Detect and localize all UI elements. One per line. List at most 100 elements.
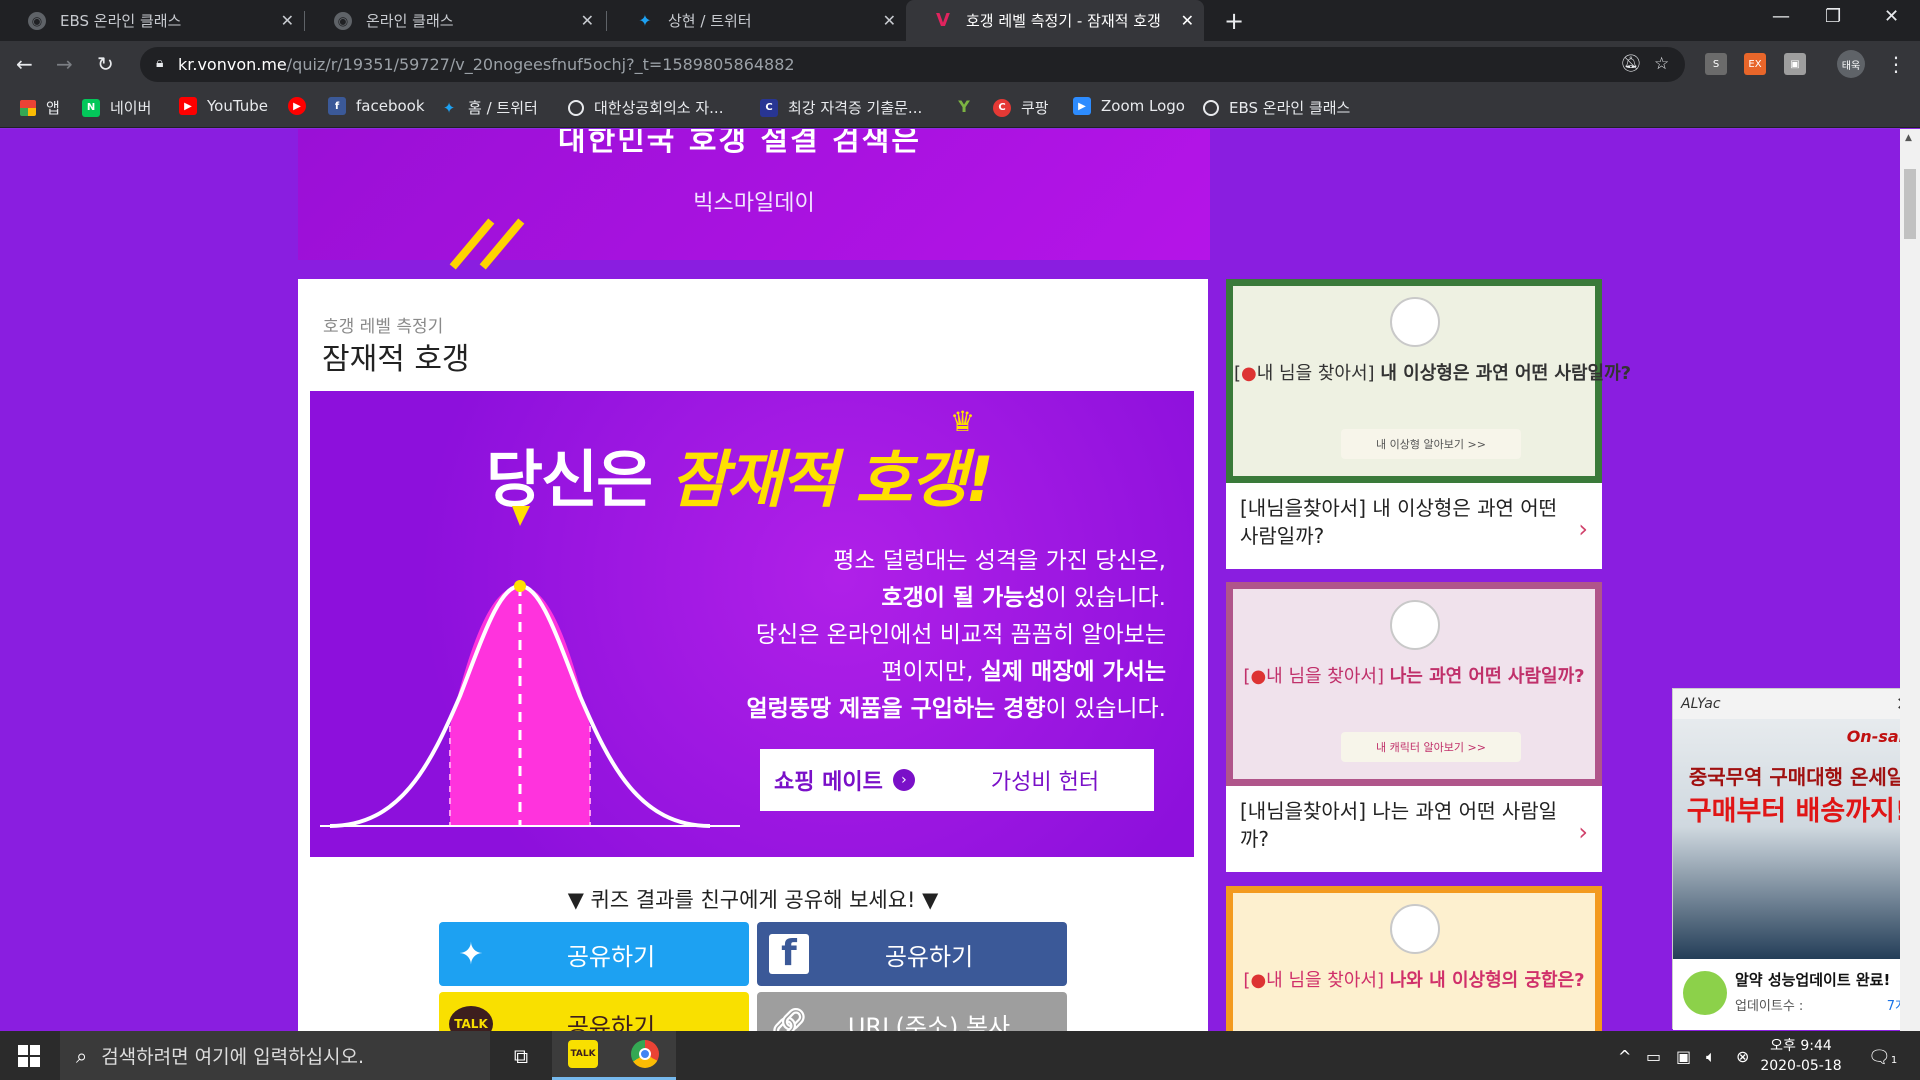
windows-taskbar: ⌕ 검색하려면 여기에 입력하십시오. ⧉ TALK ^ ▭ ▣ 🔈︎ ⊗ 오후… bbox=[0, 1031, 1920, 1080]
related-quiz-card[interactable]: [●내 님을 찾아서] 나는 과연 어떤 사람일까? 내 캐릭터 알아보기 >>… bbox=[1226, 582, 1602, 872]
related-quiz-thumbnail: [●내 님을 찾아서] 내 이상형은 과연 어떤 사람일까? 내 이상형 알아보… bbox=[1226, 279, 1631, 483]
twitter-icon: ✦ bbox=[442, 98, 456, 117]
tab-title: 온라인 클래스 bbox=[366, 12, 454, 30]
ad-brand: ALYac bbox=[1681, 696, 1721, 712]
menu-kebab-icon[interactable]: ⋮ bbox=[1886, 52, 1906, 76]
alyac-ad-popup[interactable]: ALYac ✕ On-sale 중국무역 구매대행 온세일 구매부터 배송까지!… bbox=[1672, 688, 1920, 1030]
youtube-icon: ▶ bbox=[179, 97, 197, 115]
forward-arrow-icon[interactable]: → bbox=[56, 52, 73, 76]
new-tab-button[interactable]: + bbox=[1224, 7, 1244, 35]
related-quiz-caption: [내님을찾아서] 나는 과연 어떤 사람일까? bbox=[1240, 799, 1558, 851]
thumbnail-title: [●내 님을 찾아서] 나는 과연 어떤 사람일까? bbox=[1243, 666, 1585, 687]
bookmark-y[interactable]: Y bbox=[955, 96, 983, 116]
alyac-mascot-icon bbox=[1683, 971, 1727, 1015]
brain-emblem-icon bbox=[1390, 904, 1440, 954]
shopping-mate-box: 쇼핑 메이트 › 가성비 헌터 bbox=[760, 749, 1154, 811]
notifications-blocked-icon[interactable]: 🔕︎ bbox=[1620, 54, 1642, 74]
thumbnail-title: [●내 님을 찾아서] 나와 내 이상형의 궁합은? bbox=[1243, 970, 1585, 991]
update-label: 업데이트수 : bbox=[1735, 999, 1804, 1014]
bookmark-ebs[interactable]: EBS 온라인 클래스 bbox=[1203, 97, 1350, 118]
apps-grid-icon bbox=[20, 99, 36, 116]
banner-headline-partial: 대한민국 호갱 절결 검색은 bbox=[558, 129, 921, 158]
tab-online-class[interactable]: ◉ 온라인 클래스 ✕ bbox=[306, 0, 604, 41]
chrome-taskbar-icon[interactable] bbox=[614, 1031, 676, 1080]
bookmark-apps[interactable]: 앱 bbox=[20, 97, 60, 118]
extension-gray-icon[interactable]: ▣ bbox=[1784, 53, 1806, 75]
tab-twitter[interactable]: ✦ 상현 / 트위터 ✕ bbox=[608, 0, 906, 41]
arrow-right-circle-icon: › bbox=[892, 769, 915, 791]
minimize-icon[interactable]: — bbox=[1772, 6, 1790, 27]
back-arrow-icon[interactable]: ← bbox=[16, 52, 33, 76]
windows-start-icon[interactable] bbox=[18, 1045, 40, 1067]
profile-avatar[interactable]: 태욱 bbox=[1837, 50, 1865, 78]
lock-icon: 🔒︎ bbox=[156, 55, 164, 71]
address-bar[interactable]: 🔒︎ kr.vonvon.me/quiz/r/19351/59727/v_20n… bbox=[140, 47, 1685, 82]
chevron-right-icon: › bbox=[1578, 515, 1588, 543]
bookmark-twitter-home[interactable]: ✦ 홈 / 트위터 bbox=[440, 97, 538, 118]
globe-icon: ◉ bbox=[28, 11, 46, 30]
scroll-up-icon[interactable]: ▲ bbox=[1905, 133, 1912, 143]
reload-icon[interactable]: ↻ bbox=[97, 52, 114, 76]
ad-line-2: 구매부터 배송까지! bbox=[1686, 796, 1908, 827]
close-icon[interactable]: ✕ bbox=[581, 11, 594, 30]
tab-strip: ◉ EBS 온라인 클래스 ✕ ◉ 온라인 클래스 ✕ ✦ 상현 / 트위터 ✕… bbox=[0, 0, 1920, 41]
search-placeholder: 검색하려면 여기에 입력하십시오. bbox=[101, 1046, 365, 1068]
notification-center-icon[interactable]: 🗨︎1 bbox=[1868, 1047, 1897, 1068]
quiz-result-card: 호갱 레벨 측정기 잠재적 호갱 ♛ 당신은 잠재적 호갱! 평소 덜렁대는 성… bbox=[298, 279, 1208, 1031]
share-prompt: ▼ 퀴즈 결과를 친구에게 공유해 보세요! ▼ bbox=[567, 888, 939, 912]
thumbnail-cta: 내 이상형 알아보기 >> bbox=[1341, 429, 1521, 459]
ad-image[interactable]: On-sale 중국무역 구매대행 온세일 구매부터 배송까지! bbox=[1673, 719, 1920, 959]
bookmark-chamber-of-commerce[interactable]: 대한상공회의소 자... bbox=[568, 97, 723, 118]
scroll-thumb[interactable] bbox=[1904, 169, 1916, 239]
facebook-icon: f bbox=[757, 922, 821, 986]
quiz-result-title: 잠재적 호갱 bbox=[322, 342, 470, 377]
url-text[interactable]: kr.vonvon.me/quiz/r/19351/59727/v_20noge… bbox=[178, 55, 795, 74]
related-quiz-card[interactable]: [●내 님을 찾아서] 나와 내 이상형의 궁합은? bbox=[1226, 886, 1602, 1031]
bookmarks-bar: 앱 N 네이버 ▶ YouTube ▶ f facebook ✦ 홈 / 트위터… bbox=[0, 88, 1920, 128]
bookmark-cbt[interactable]: C 최강 자격증 기출문... bbox=[760, 97, 922, 118]
facebook-share-button[interactable]: f 공유하기 bbox=[757, 922, 1067, 986]
globe-icon: ◉ bbox=[334, 11, 352, 30]
task-view-icon[interactable]: ⧉ bbox=[490, 1031, 552, 1080]
kakaotalk-taskbar-icon[interactable]: TALK bbox=[552, 1031, 614, 1080]
extension-ex-icon[interactable]: EX bbox=[1744, 53, 1766, 75]
restore-icon[interactable]: ❐ bbox=[1825, 6, 1841, 27]
bookmark-naver[interactable]: N 네이버 bbox=[82, 97, 151, 118]
taskbar-search[interactable]: ⌕ 검색하려면 여기에 입력하십시오. bbox=[60, 1031, 490, 1080]
ad-header: ALYac ✕ bbox=[1673, 689, 1919, 719]
battery-icon[interactable]: ▭ bbox=[1646, 1047, 1661, 1066]
link-icon: 🔗︎ bbox=[769, 1006, 809, 1032]
volume-icon[interactable]: 🔈︎ bbox=[1706, 1047, 1716, 1067]
network-icon[interactable]: ▣ bbox=[1676, 1047, 1691, 1066]
system-clock[interactable]: 오후 9:44 2020-05-18 bbox=[1756, 1036, 1846, 1076]
bookmark-zoom[interactable]: ▶ Zoom Logo bbox=[1073, 97, 1185, 115]
copy-url-button[interactable]: 🔗︎ URL(주소) 복사 bbox=[757, 992, 1067, 1031]
banner-brand: 빅스마일데이 bbox=[693, 191, 815, 216]
twitter-share-button[interactable]: ✦ 공유하기 bbox=[439, 922, 749, 986]
tab-quiz-result[interactable]: V 호갱 레벨 측정기 - 잠재적 호갱 ✕ bbox=[906, 0, 1204, 41]
brain-emblem-icon bbox=[1390, 297, 1440, 347]
extension-s-icon[interactable]: S bbox=[1705, 53, 1727, 75]
page-scrollbar[interactable]: ▲ bbox=[1900, 129, 1920, 1031]
close-icon[interactable]: ✕ bbox=[883, 11, 896, 30]
bookmark-youtube[interactable]: ▶ YouTube bbox=[179, 97, 268, 115]
kakaotalk-icon: TALK bbox=[439, 992, 503, 1031]
star-icon[interactable]: ☆ bbox=[1654, 54, 1669, 74]
vonvon-icon: V bbox=[936, 10, 950, 31]
kakaotalk-share-button[interactable]: TALK 공유하기 bbox=[439, 992, 749, 1031]
bookmark-coupang[interactable]: C 쿠팡 bbox=[993, 97, 1049, 118]
bookmark-youtube-music[interactable]: ▶ bbox=[288, 97, 316, 115]
top-ad-banner[interactable]: 대한민국 호갱 절결 검색은 빅스마일데이 bbox=[298, 129, 1210, 270]
related-quiz-caption: [내님을찾아서] 내 이상형은 과연 어떤 사람일까? bbox=[1240, 496, 1558, 548]
close-icon[interactable]: ✕ bbox=[1181, 11, 1194, 30]
window-close-icon[interactable]: ✕ bbox=[1884, 6, 1899, 27]
y-icon: Y bbox=[958, 96, 970, 116]
related-quiz-card[interactable]: [●내 님을 찾아서] 내 이상형은 과연 어떤 사람일까? 내 이상형 알아보… bbox=[1226, 279, 1631, 569]
bookmark-facebook[interactable]: f facebook bbox=[328, 97, 425, 115]
page-content: 대한민국 호갱 절결 검색은 빅스마일데이 호갱 레벨 측정기 잠재적 호갱 ♛… bbox=[0, 129, 1920, 1031]
close-icon[interactable]: ✕ bbox=[281, 11, 294, 30]
ime-status-icon[interactable]: ⊗ bbox=[1736, 1047, 1749, 1066]
tab-ebs[interactable]: ◉ EBS 온라인 클래스 ✕ bbox=[0, 0, 304, 41]
tray-chevron-icon[interactable]: ^ bbox=[1618, 1047, 1631, 1066]
shopping-mate-label: 쇼핑 메이트 bbox=[774, 770, 883, 795]
